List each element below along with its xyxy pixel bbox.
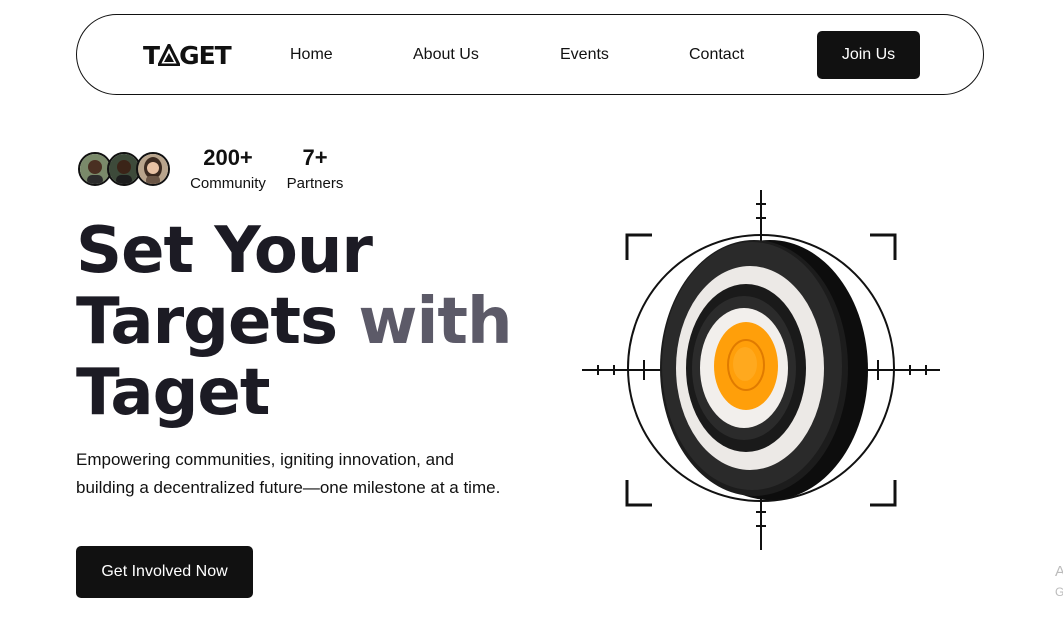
nav-link-contact[interactable]: Contact [689, 46, 744, 64]
top-navbar: T GET Home About Us Events Contact Join … [76, 14, 984, 95]
hero-title: Set Your Targets with Taget [76, 216, 546, 429]
hero-title-line3: Taget [76, 356, 270, 430]
stat-community-label: Community [190, 175, 266, 192]
nav-link-home[interactable]: Home [290, 46, 333, 64]
avatar [136, 152, 170, 186]
stat-community: 200+ Community [185, 144, 271, 194]
nav-link-about[interactable]: About Us [413, 46, 479, 64]
community-avatars [78, 152, 172, 188]
stat-community-value: 200+ [203, 145, 253, 170]
nav-link-events[interactable]: Events [560, 46, 609, 64]
stat-partners-value: 7+ [302, 145, 328, 170]
join-us-button[interactable]: Join Us [817, 31, 920, 79]
target-bullseye-icon [582, 190, 940, 550]
get-involved-button[interactable]: Get Involved Now [76, 546, 253, 598]
stat-partners-label: Partners [286, 175, 344, 192]
edge-text-1: A [1055, 563, 1063, 580]
logo-letter-t: T [143, 40, 160, 70]
hero-title-line2a: Targets [76, 285, 338, 359]
logo-letters-get: GET [179, 40, 232, 70]
hero-subtitle: Empowering communities, igniting innovat… [76, 450, 501, 497]
logo-triangle-icon [158, 44, 181, 66]
edge-text-2: G [1055, 585, 1063, 599]
hero-title-line1: Set Your [76, 214, 373, 288]
logo[interactable]: T GET [143, 40, 232, 70]
stat-partners: 7+ Partners [282, 144, 348, 194]
hero-title-accent: with [358, 285, 512, 359]
